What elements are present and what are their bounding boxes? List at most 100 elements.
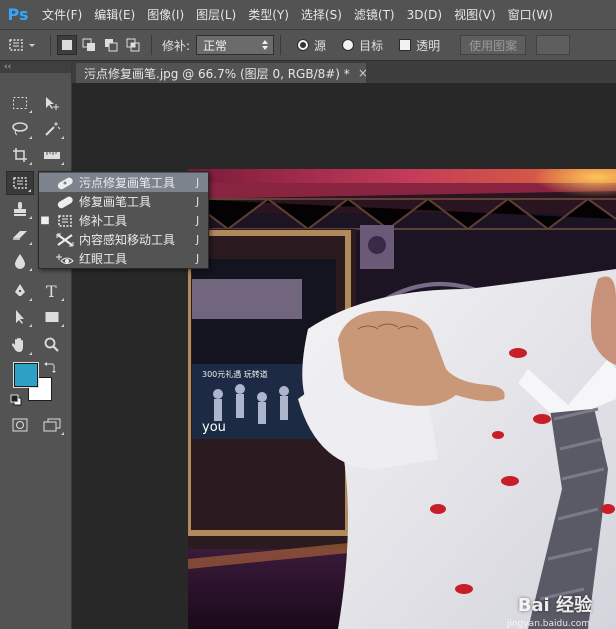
magic-wand-tool[interactable] bbox=[38, 117, 66, 141]
rect-marquee-icon bbox=[13, 97, 27, 109]
patch-mode-value: 正常 bbox=[203, 38, 228, 53]
magic-wand-icon bbox=[45, 122, 61, 136]
menu-layer[interactable]: 图层(L) bbox=[190, 6, 242, 23]
current-tool-marker: ■ bbox=[40, 215, 50, 226]
screen-word: you bbox=[202, 420, 226, 435]
patch-mode-label: 修补: bbox=[162, 38, 191, 53]
magnifier-icon bbox=[44, 337, 59, 352]
flyout-item-healing-brush[interactable]: 修复画笔工具 J bbox=[39, 192, 208, 211]
menu-select[interactable]: 选择(S) bbox=[295, 6, 348, 23]
blur-tool[interactable] bbox=[6, 249, 34, 273]
hand-tool[interactable] bbox=[6, 333, 34, 357]
close-tab-icon[interactable]: × bbox=[358, 66, 368, 80]
drop-icon bbox=[15, 254, 25, 269]
crop-icon bbox=[13, 148, 27, 162]
quick-mask-button[interactable] bbox=[6, 413, 34, 437]
quick-mask-icon bbox=[12, 418, 28, 432]
pen-icon bbox=[15, 284, 25, 296]
use-pattern-button[interactable]: 使用图案 bbox=[460, 35, 527, 55]
subtract-from-selection-icon bbox=[105, 39, 118, 52]
ruler-icon bbox=[44, 152, 60, 159]
spot-healing-brush-icon bbox=[57, 177, 73, 189]
move-icon bbox=[46, 97, 59, 110]
red-eye-icon bbox=[56, 253, 74, 264]
menu-3d[interactable]: 3D(D) bbox=[401, 8, 448, 22]
menu-window[interactable]: 窗口(W) bbox=[502, 6, 559, 23]
document-title: 污点修复画笔.jpg @ 66.7% (图层 0, RGB/8#) * bbox=[84, 66, 350, 81]
new-selection-button[interactable] bbox=[57, 35, 77, 55]
menu-view[interactable]: 视图(V) bbox=[448, 6, 502, 23]
options-bar: 修补: 正常 源 目标 透明 使用图案 bbox=[0, 30, 616, 61]
menu-filter[interactable]: 滤镜(T) bbox=[348, 6, 401, 23]
subtract-from-selection-button[interactable] bbox=[101, 35, 121, 55]
target-label: 目标 bbox=[359, 38, 384, 53]
flyout-item-patch[interactable]: ■ 修补工具 J bbox=[39, 211, 208, 230]
patch-tool[interactable] bbox=[6, 171, 34, 195]
move-tool[interactable] bbox=[38, 91, 66, 115]
svg-text:T: T bbox=[46, 283, 57, 299]
source-label: 源 bbox=[314, 38, 327, 53]
document-tab-bar: 污点修复画笔.jpg @ 66.7% (图层 0, RGB/8#) * × bbox=[72, 61, 616, 83]
photo-scene: 300元礼遇 玩转道 you bbox=[188, 169, 616, 629]
ruler-tool[interactable] bbox=[38, 143, 66, 167]
source-radio[interactable] bbox=[297, 39, 310, 51]
pattern-picker[interactable] bbox=[536, 35, 571, 55]
baidu-watermark: Bai 经验 bbox=[517, 595, 592, 616]
transparent-checkbox[interactable] bbox=[399, 39, 412, 51]
intersect-selection-icon bbox=[126, 38, 140, 52]
arrow-icon bbox=[16, 310, 24, 324]
default-colors-icon[interactable] bbox=[10, 394, 22, 406]
menu-type[interactable]: 类型(Y) bbox=[242, 6, 295, 23]
path-selection-tool[interactable] bbox=[6, 305, 34, 329]
document-tab[interactable]: 污点修复画笔.jpg @ 66.7% (图层 0, RGB/8#) * × bbox=[76, 63, 368, 83]
eraser-icon bbox=[13, 231, 27, 240]
marquee-tool[interactable] bbox=[6, 91, 34, 115]
add-to-selection-icon bbox=[82, 38, 95, 51]
patch-icon bbox=[9, 39, 35, 51]
foreground-color-swatch[interactable] bbox=[13, 362, 39, 388]
menu-image[interactable]: 图像(I) bbox=[141, 6, 190, 23]
type-tool[interactable]: T bbox=[38, 279, 66, 303]
add-to-selection-button[interactable] bbox=[79, 35, 99, 55]
flyout-item-red-eye[interactable]: 红眼工具 J bbox=[39, 249, 208, 268]
toolbox: ‹‹ T bbox=[0, 61, 72, 629]
menu-edit[interactable]: 编辑(E) bbox=[88, 6, 141, 23]
lasso-tool[interactable] bbox=[6, 117, 34, 141]
intersect-selection-button[interactable] bbox=[123, 35, 143, 55]
patch-icon bbox=[58, 214, 72, 227]
crop-tool[interactable] bbox=[6, 143, 34, 167]
screen-caption: 300元礼遇 玩转道 bbox=[202, 369, 268, 379]
menu-file[interactable]: 文件(F) bbox=[36, 6, 88, 23]
screen-mode-button[interactable] bbox=[38, 413, 66, 437]
type-icon: T bbox=[46, 283, 57, 299]
flyout-item-spot-healing-brush[interactable]: 污点修复画笔工具 J bbox=[39, 173, 208, 192]
clone-stamp-icon bbox=[14, 202, 26, 216]
patch-mode-select[interactable]: 正常 bbox=[196, 35, 275, 55]
photoshop-window: Ps 文件(F) 编辑(E) 图像(I) 图层(L) 类型(Y) 选择(S) 滤… bbox=[0, 0, 616, 629]
shape-tool[interactable] bbox=[38, 305, 66, 329]
rectangle-icon bbox=[45, 312, 59, 322]
separator bbox=[50, 35, 51, 55]
menu-bar: Ps 文件(F) 编辑(E) 图像(I) 图层(L) 类型(Y) 选择(S) 滤… bbox=[0, 0, 616, 30]
healing-tools-flyout: 污点修复画笔工具 J 修复画笔工具 J ■ 修补工具 J 内容感知移动工具 J … bbox=[38, 171, 209, 269]
tool-preset-picker[interactable] bbox=[0, 30, 44, 61]
updown-arrows-icon bbox=[262, 40, 269, 50]
separator bbox=[280, 35, 282, 55]
stamp-tool[interactable] bbox=[6, 197, 34, 221]
content-aware-move-icon bbox=[56, 233, 74, 246]
screen-mode-icon bbox=[43, 418, 61, 432]
document-image: 300元礼遇 玩转道 you Bai 经验 jingyan.baidu.com bbox=[188, 169, 616, 629]
pen-tool[interactable] bbox=[6, 279, 34, 303]
watermark-url: jingyan.baidu.com bbox=[506, 619, 590, 629]
healing-brush-icon bbox=[57, 196, 73, 208]
toolbox-collapse[interactable]: ‹‹ bbox=[0, 61, 71, 73]
photoshop-logo: Ps bbox=[7, 5, 29, 24]
swap-colors-icon[interactable] bbox=[44, 361, 56, 373]
eraser-tool[interactable] bbox=[6, 223, 34, 247]
target-radio[interactable] bbox=[342, 39, 355, 51]
transparent-label: 透明 bbox=[416, 38, 441, 53]
canvas-area[interactable]: 300元礼遇 玩转道 you Bai 经验 jingyan.baidu.com bbox=[72, 83, 616, 629]
flyout-item-content-aware-move[interactable]: 内容感知移动工具 J bbox=[39, 230, 208, 249]
zoom-tool[interactable] bbox=[38, 333, 66, 357]
patch-icon bbox=[13, 177, 27, 189]
